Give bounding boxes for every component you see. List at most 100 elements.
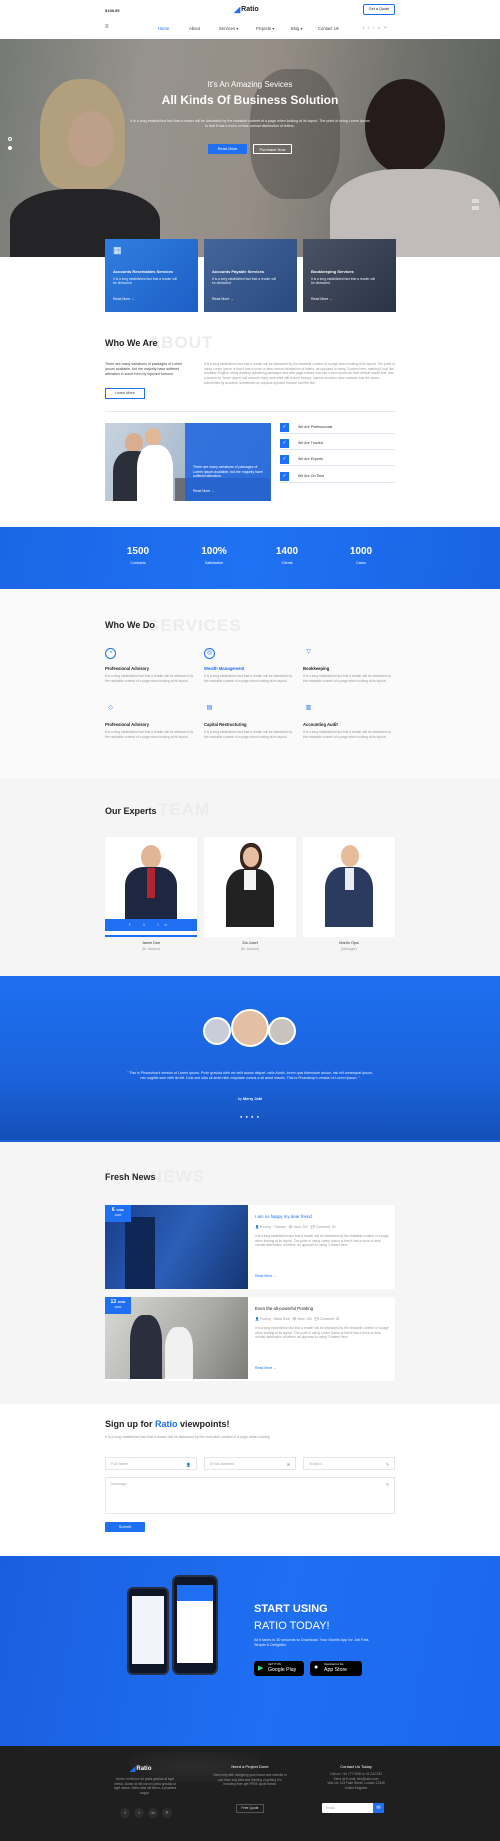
stat-clients: 1400 Clients [257, 546, 317, 565]
service-item[interactable]: ▽ Bookkeeping It is a long established fac… [303, 648, 395, 683]
card-read-more[interactable]: Read More → [113, 297, 135, 301]
top-bar: $198.95 ◢ Ratio Get a Quote [0, 0, 500, 20]
experts-title: Our Experts [105, 806, 157, 816]
news-text: It is a long established fact that a rea… [255, 1234, 389, 1248]
get-quote-button[interactable]: Get a Quote [363, 4, 395, 15]
signup-title-a: Sign up for [105, 1419, 153, 1429]
subscribe-placeholder: Email [326, 1806, 335, 1810]
news-title[interactable]: I am so happy my dear friend [255, 1214, 312, 1219]
service-title: Capital Restructuring [204, 722, 247, 727]
testimonial-avatar-left[interactable] [203, 1017, 231, 1045]
news-read-more[interactable]: Read More → [255, 1274, 277, 1278]
news-card[interactable]: 13 JUNE 2020 Even the all-powerful Pointi… [105, 1297, 395, 1381]
news-comments: Comment: 30 [315, 1225, 336, 1229]
service-item[interactable]: ▥ Accounting Audit It is a long establishe… [303, 704, 395, 739]
nav-projects[interactable]: Projects ▾ [256, 26, 274, 31]
service-text: It is a long established fact that a rea… [105, 730, 194, 739]
service-title: Accounting Audit [303, 722, 338, 727]
slider-dot[interactable] [8, 137, 12, 141]
service-card[interactable]: Accounts Payable Services It is a long e… [204, 239, 297, 312]
news-card[interactable]: 6 JUNE 2020 I am so happy my dear friend … [105, 1205, 395, 1289]
signup-text: It is a long established fact that a rea… [105, 1435, 271, 1439]
stats-band [0, 527, 500, 589]
expert-card[interactable]: f t in [105, 837, 197, 937]
full-name-field[interactable]: Full Name 👤 [105, 1457, 197, 1470]
footer-col2-text: Have help with designing your brand new … [213, 1773, 287, 1786]
expert-card[interactable] [303, 837, 395, 937]
hero-read-more-button[interactable]: Read More [208, 144, 247, 154]
news-title: Fresh News [105, 1172, 156, 1182]
logo-icon: ◢ [234, 5, 241, 14]
learn-more-button[interactable]: Learn More [105, 388, 145, 399]
stat-label: Satisfaction [204, 561, 224, 565]
logo[interactable]: ◢ Ratio [234, 5, 259, 14]
pinterest-icon[interactable]: P [384, 26, 391, 30]
check-item: ✓ We Are On Time [280, 472, 395, 483]
expert-name: Martin Ojos [339, 941, 359, 945]
testimonial-avatar-right[interactable] [268, 1017, 296, 1045]
news-year: 2020 [114, 1213, 122, 1217]
slider-arrow[interactable] [472, 206, 479, 210]
nav-blog[interactable]: Blog ▾ [291, 26, 303, 31]
submit-button[interactable]: Submit [105, 1522, 145, 1532]
nav-contact[interactable]: Contact Us [318, 26, 339, 31]
hero-subtitle: It's An Amazing Sevices [207, 80, 293, 89]
linkedin-icon[interactable]: in [373, 26, 384, 30]
services-title: Who We Do [105, 620, 155, 630]
expert-social-bar[interactable]: f t in [105, 919, 197, 931]
news-read-more[interactable]: Read More → [255, 1366, 277, 1370]
slider-arrow[interactable] [472, 199, 479, 203]
expert-photo [141, 845, 161, 869]
service-card[interactable]: ▦ Accounts Receivables Services It is a … [105, 239, 198, 312]
author-name: Merry Jobi [242, 1097, 263, 1101]
pinterest-icon[interactable]: P [162, 1808, 172, 1818]
expert-tie [147, 868, 155, 898]
check-label: We Are Trusted [298, 441, 323, 445]
facebook-icon[interactable]: f [120, 1808, 130, 1818]
expert-card[interactable] [204, 837, 296, 937]
hero-text: It is a long established fact that a rea… [130, 119, 370, 128]
nav-bar: ≡ Home About Services ▾ Projects ▾ Blog … [0, 20, 500, 39]
free-quote-button[interactable]: Free Quote [236, 1804, 264, 1813]
service-item[interactable]: ▤ Capital Restructuring It is a long estab… [204, 704, 296, 739]
nav-about[interactable]: About [189, 26, 200, 31]
linkedin-icon[interactable]: in [148, 1808, 158, 1818]
expert-role: (Sr. Advisor) [240, 947, 260, 951]
testimonial-avatar-main [231, 1009, 269, 1047]
service-item[interactable]: ◎ Wealth Management It is a long establish… [204, 648, 296, 683]
message-field[interactable]: Message ✎ [105, 1477, 395, 1514]
expert-name: Zia Josef [242, 941, 258, 945]
google-play-button[interactable]: ▶ GET IT ON Google Play [254, 1661, 304, 1676]
news-text: It is a long established fact that a rea… [255, 1326, 389, 1340]
card-read-more[interactable]: Read More → [212, 297, 234, 301]
nav-home[interactable]: Home [158, 26, 169, 31]
hero-purchase-button[interactable]: Purchase Now [253, 144, 292, 154]
service-title: Professional Advisory [105, 666, 150, 671]
news-title[interactable]: Even the all-powerful Pointing [255, 1306, 313, 1311]
stat-number: 1500 [126, 546, 150, 557]
send-icon[interactable]: ✉ [373, 1803, 384, 1813]
app-store-button[interactable]: ● Download on the App Store [310, 1661, 362, 1676]
menu-icon[interactable]: ≡ [105, 24, 109, 30]
service-card[interactable]: Bookkeeping Services It is a long establ… [303, 239, 396, 312]
footer-logo[interactable]: ◢ Ratio [130, 1765, 151, 1773]
twitter-icon[interactable]: t [134, 1808, 144, 1818]
service-item[interactable]: ◇ Professional Advisory It is a long estab… [105, 704, 197, 739]
footer-logo-text: Ratio [136, 1766, 152, 1772]
photo-read-more[interactable]: Read More → [193, 489, 215, 493]
nav-services[interactable]: Services ▾ [219, 26, 238, 31]
slider-dot-active[interactable] [8, 146, 12, 150]
card-read-more[interactable]: Read More → [311, 297, 333, 301]
service-item[interactable]: ◔ Professional Advisory It is a long estab… [105, 648, 197, 683]
carousel-dots[interactable]: ● ● ● ● [240, 1115, 260, 1119]
expert-shirt [345, 868, 354, 890]
stat-satisfaction: 100% Satisfaction [184, 546, 244, 565]
subject-field[interactable]: Subject ✎ [303, 1457, 395, 1470]
pencil-icon: ✎ [385, 1483, 389, 1487]
card-text: It is a long established fact that a rea… [212, 277, 276, 286]
email-field[interactable]: Email Address ✉ [204, 1457, 296, 1470]
footer-col2-title: Need a Project Done [231, 1764, 269, 1769]
card-text: It is a long established fact that a rea… [311, 277, 375, 286]
card-overlay [303, 239, 396, 312]
expert-photo [341, 845, 359, 867]
